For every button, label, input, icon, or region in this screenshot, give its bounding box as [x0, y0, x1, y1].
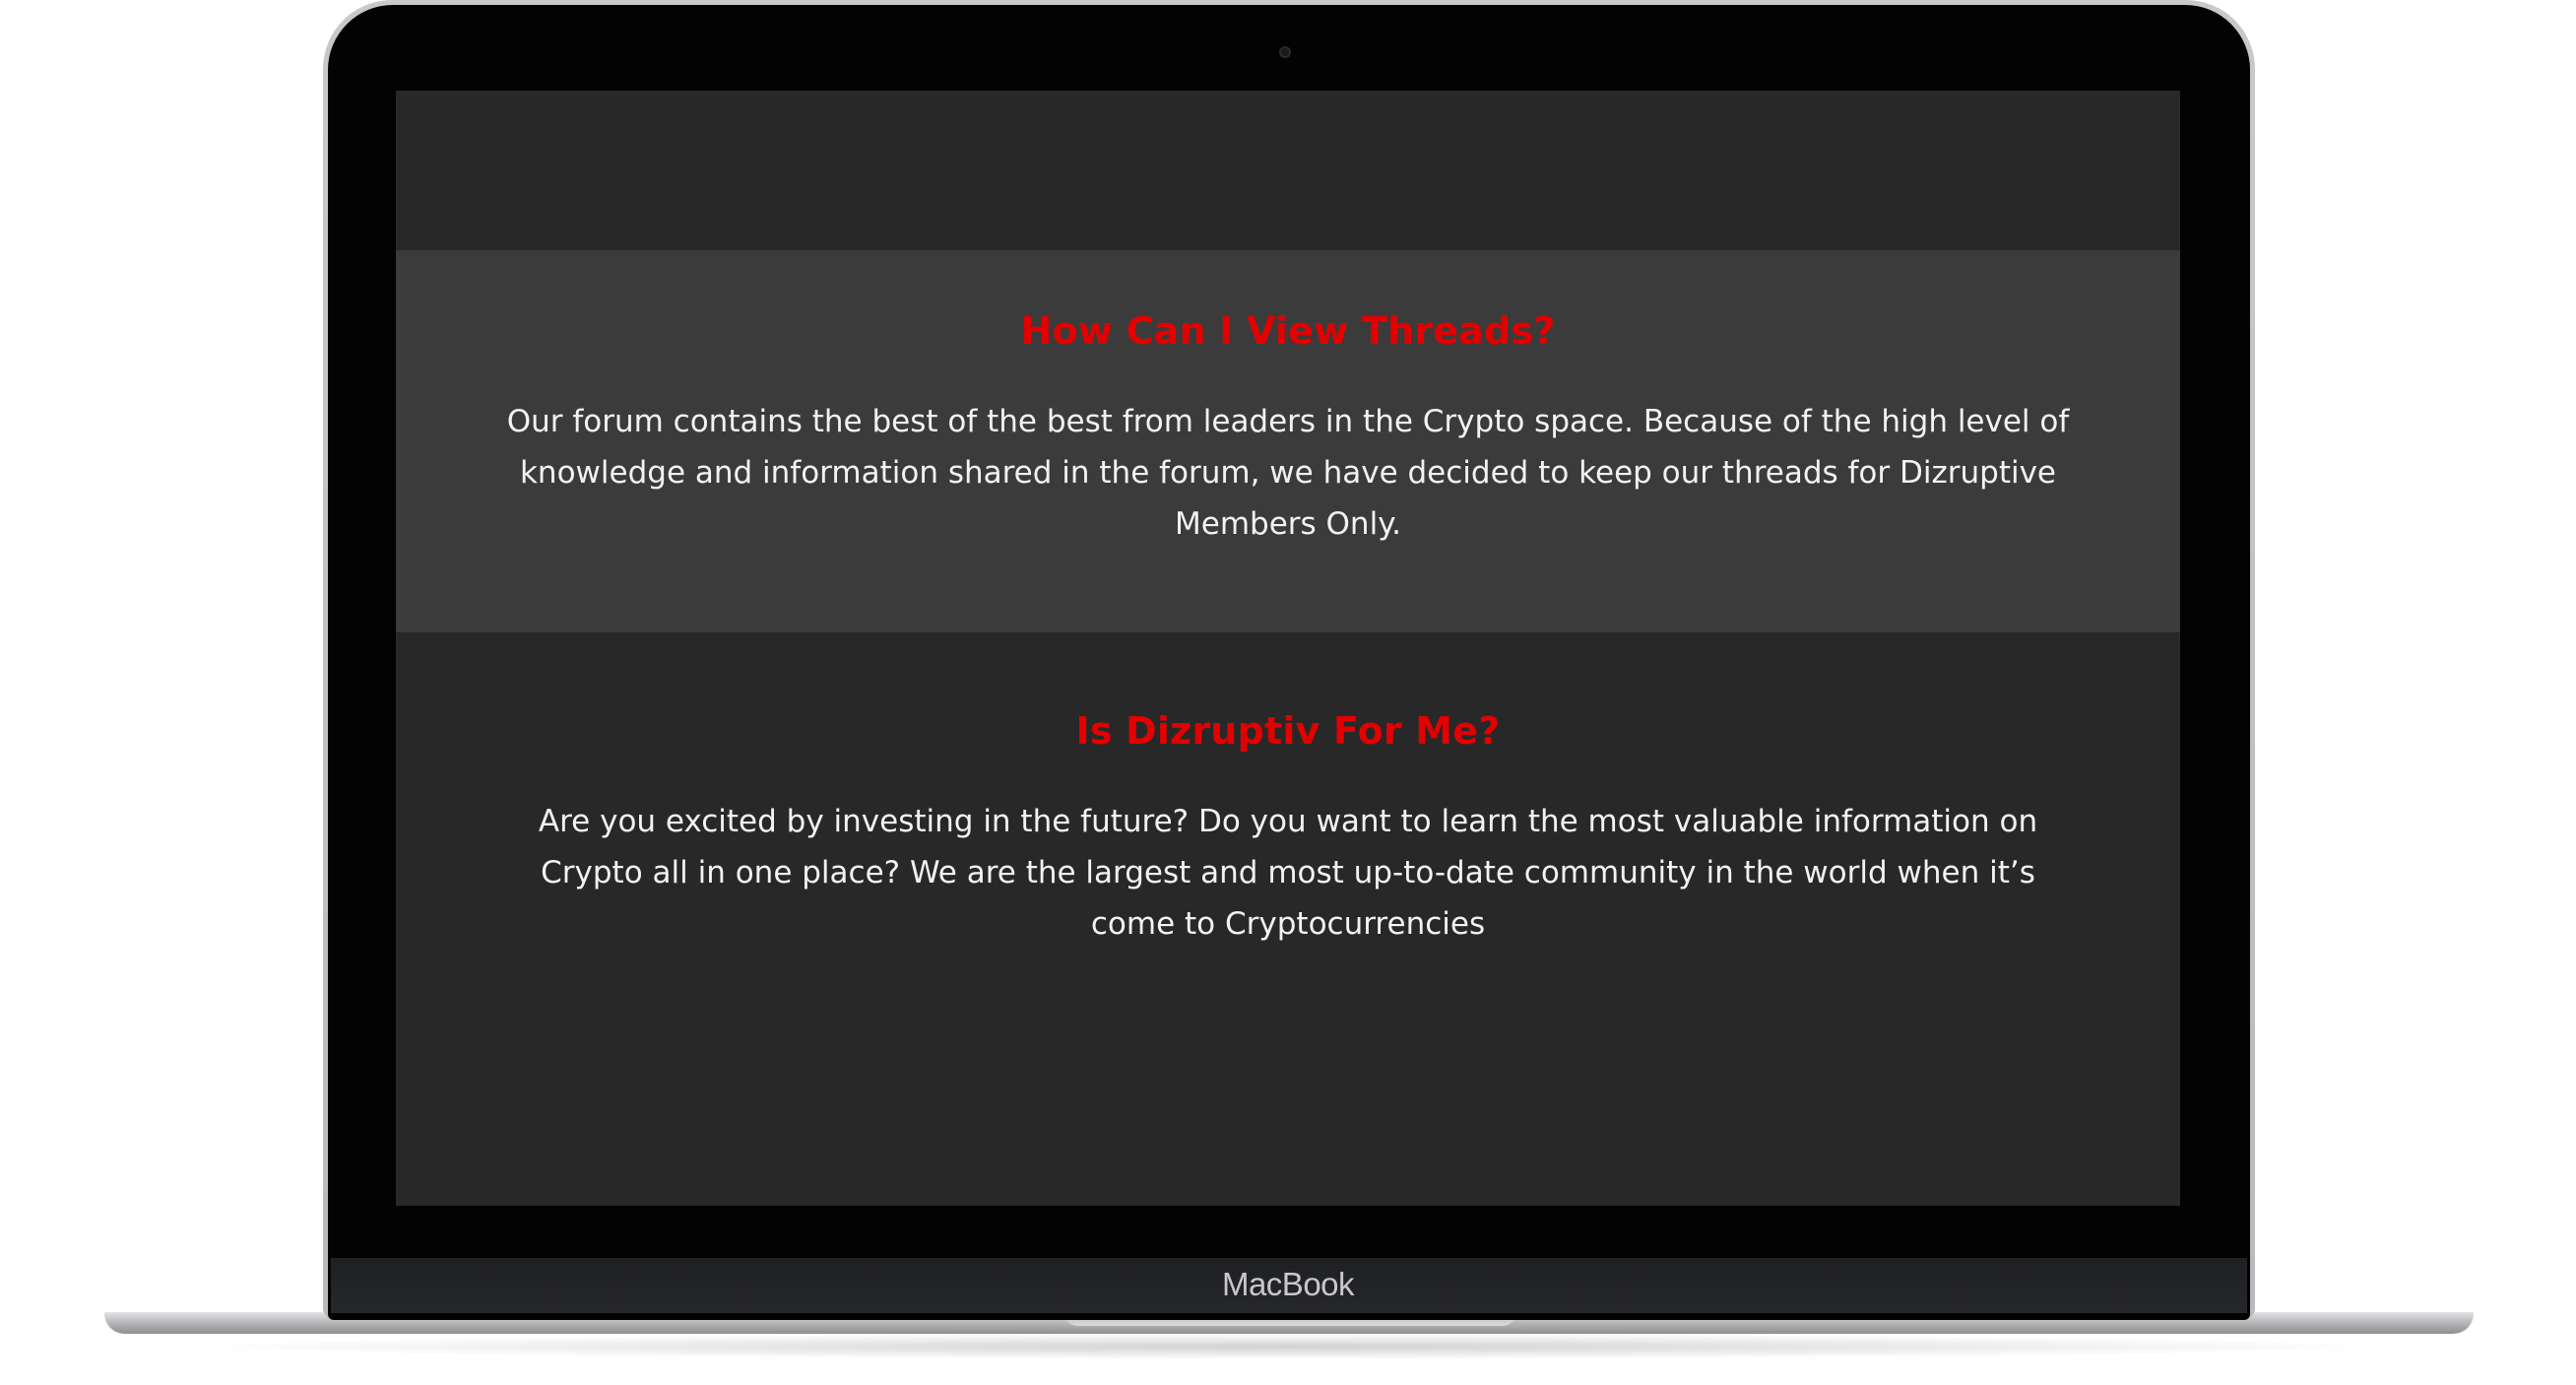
brand-label: MacBook [1221, 1266, 1355, 1302]
page-top-band [396, 91, 2180, 250]
faq-heading: Is Dizruptiv For Me? [1075, 709, 1501, 753]
faq-section-view-threads: How Can I View Threads? Our forum contai… [396, 250, 2180, 632]
laptop-mockup: How Can I View Threads? Our forum contai… [0, 0, 2576, 1385]
laptop-shadow [177, 1334, 2399, 1359]
faq-section-is-dizruptiv-for-me: Is Dizruptiv For Me? Are you excited by … [396, 632, 2180, 1206]
faq-answer: Are you excited by investing in the futu… [538, 804, 2038, 942]
camera-icon [1279, 46, 1291, 58]
faq-answer: Our forum contains the best of the best … [506, 404, 2070, 542]
website-screen: How Can I View Threads? Our forum contai… [396, 91, 2180, 1206]
faq-heading: How Can I View Threads? [1020, 309, 1556, 353]
